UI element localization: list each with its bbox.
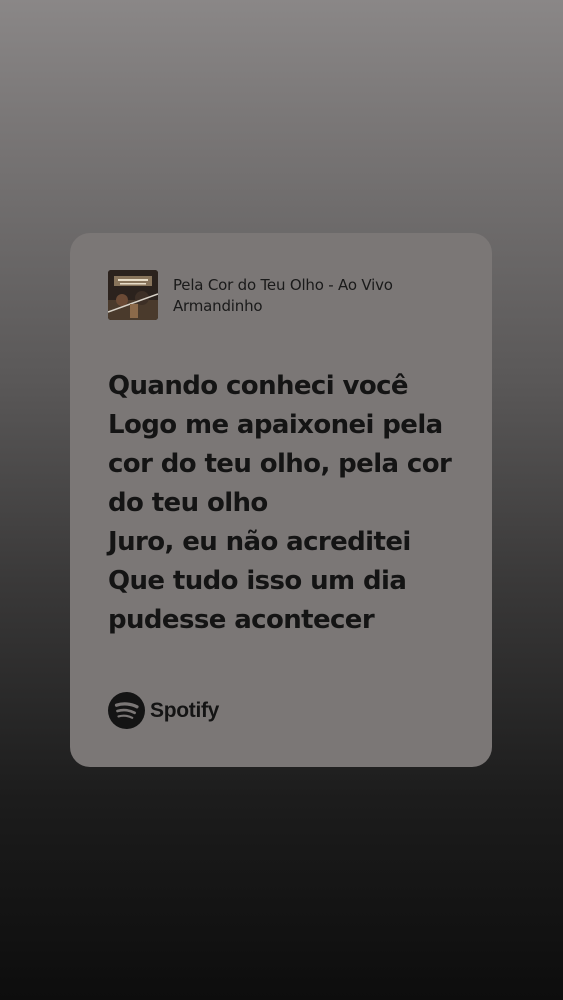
track-title: Pela Cor do Teu Olho - Ao Vivo	[173, 275, 393, 294]
lyric-line: Juro, eu não acreditei	[108, 527, 411, 557]
spotify-brand[interactable]: Spotify	[108, 692, 219, 729]
track-header[interactable]: Pela Cor do Teu Olho - Ao Vivo Armandinh…	[108, 270, 393, 320]
lyric-line: Quando conheci você	[108, 371, 409, 401]
lyric-line: cor do teu olho, pela cor	[108, 449, 452, 479]
spotify-wordmark: Spotify	[150, 698, 220, 722]
lyrics-block: Quando conheci você Logo me apaixonei pe…	[108, 367, 478, 640]
lyrics-share-card: Pela Cor do Teu Olho - Ao Vivo Armandinh…	[70, 233, 492, 767]
artist-name: Armandinho	[173, 296, 263, 315]
lyric-line: Logo me apaixonei pela	[108, 410, 443, 440]
lyric-line: Que tudo isso um dia	[108, 566, 407, 596]
spotify-logo-icon	[108, 692, 145, 729]
album-cover-image	[108, 270, 158, 320]
lyric-line: do teu olho	[108, 488, 268, 518]
lyric-line: pudesse acontecer	[108, 605, 375, 635]
